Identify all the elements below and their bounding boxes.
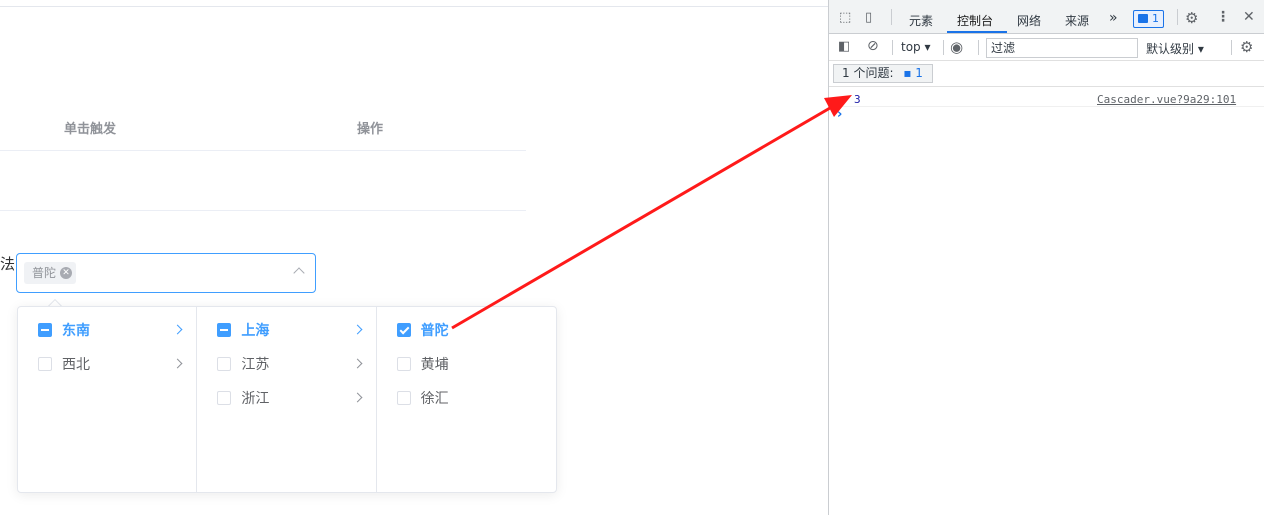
- tab-console-indicator: [947, 31, 1007, 33]
- separator: [892, 40, 893, 55]
- close-icon[interactable]: ✕: [1243, 9, 1255, 25]
- console-prompt-icon[interactable]: ›: [837, 107, 842, 122]
- filter-placeholder: 过滤: [991, 41, 1016, 55]
- tab-elements[interactable]: 元素: [909, 12, 933, 29]
- console-toolbar: ◧ ⊘ top ▾ ◉ 过滤 默认级别 ▾ ⚙: [829, 34, 1264, 61]
- more-tabs-icon[interactable]: »: [1109, 10, 1118, 26]
- chevron-up-icon[interactable]: [293, 267, 305, 279]
- issues-badge-count: 1: [1152, 12, 1159, 25]
- cascader-node-putuo[interactable]: 普陀: [377, 313, 556, 347]
- tab-sources[interactable]: 来源: [1065, 12, 1089, 29]
- selected-tag-label: 普陀: [32, 266, 57, 280]
- cascader-menu-1: 东南 西北: [18, 307, 198, 492]
- node-label: 江苏: [241, 357, 270, 373]
- selected-tag: 普陀 ✕: [24, 262, 77, 284]
- sidebar-toggle-icon[interactable]: ◧: [838, 39, 850, 54]
- gear-icon[interactable]: ⚙: [1185, 9, 1198, 27]
- filter-input[interactable]: 过滤: [986, 38, 1138, 58]
- cascader-node-zhejiang[interactable]: 浙江: [197, 381, 375, 415]
- checkbox[interactable]: [396, 323, 411, 337]
- node-label: 浙江: [241, 391, 270, 407]
- inspect-icon[interactable]: ⬚: [839, 10, 851, 25]
- tab-console[interactable]: 控制台: [957, 12, 993, 29]
- log-level-select[interactable]: 默认级别 ▾: [1146, 40, 1204, 57]
- clear-console-icon[interactable]: ⊘: [867, 38, 879, 54]
- cascader-node-shanghai[interactable]: 上海: [197, 313, 375, 347]
- chevron-right-icon: [172, 358, 183, 369]
- table-row-divider: [0, 150, 526, 151]
- cascader-node-xuhui[interactable]: 徐汇: [377, 381, 556, 415]
- issues-badge[interactable]: 1: [1133, 10, 1164, 28]
- form-label: 法: [0, 255, 16, 273]
- chevron-right-icon: [352, 324, 363, 335]
- console-log-source-link[interactable]: Cascader.vue?9a29:101: [1097, 93, 1236, 106]
- table-row-divider: [0, 210, 526, 211]
- separator: [1177, 9, 1178, 25]
- cascader-input[interactable]: 普陀 ✕: [16, 253, 316, 293]
- cascader-node-jiangsu[interactable]: 江苏: [197, 347, 375, 381]
- tab-network[interactable]: 网络: [1017, 12, 1041, 29]
- cascader-panel: 东南 西北 上海 江苏 浙江 普陀 黄埔 徐汇: [17, 306, 557, 493]
- log-level-label: 默认级别: [1146, 42, 1195, 56]
- column-header-trigger: 单击触发: [64, 122, 117, 137]
- console-settings-gear-icon[interactable]: ⚙: [1240, 38, 1253, 56]
- issues-count-value: 1: [915, 66, 923, 80]
- separator: [943, 40, 944, 55]
- checkbox[interactable]: [217, 391, 232, 405]
- node-label: 西北: [62, 357, 90, 373]
- node-label: 徐汇: [420, 391, 449, 407]
- console-log-divider: [829, 106, 1264, 107]
- issues-label: 1 个问题:: [842, 66, 894, 80]
- context-select[interactable]: top ▾: [901, 40, 931, 54]
- issues-count: ▪ 1: [903, 66, 923, 80]
- devtools-panel: ⬚ ▯ 元素 控制台 网络 来源 » 1 ⚙ ⋮ ✕ ◧ ⊘ top ▾ ◉ 过…: [828, 0, 1264, 515]
- console-log-value: 3: [854, 93, 861, 106]
- message-icon: [1138, 14, 1148, 23]
- cascader-menu-2: 上海 江苏 浙江: [197, 307, 377, 492]
- cascader-node-xibei[interactable]: 西北: [18, 347, 196, 381]
- separator: [978, 40, 979, 55]
- cascader-menu-3: 普陀 黄埔 徐汇: [377, 307, 556, 492]
- chevron-right-icon: [352, 392, 363, 403]
- eye-icon[interactable]: ◉: [950, 38, 963, 56]
- checkbox[interactable]: [396, 391, 411, 405]
- context-label: top: [901, 40, 921, 54]
- top-divider: [0, 6, 828, 7]
- device-toolbar-icon[interactable]: ▯: [865, 10, 872, 25]
- checkbox[interactable]: [38, 357, 52, 371]
- kebab-menu-icon[interactable]: ⋮: [1216, 9, 1230, 25]
- devtools-tabbar: ⬚ ▯ 元素 控制台 网络 来源 » 1 ⚙ ⋮ ✕: [829, 0, 1264, 34]
- issues-bar: 1 个问题: ▪ 1: [829, 61, 1264, 87]
- checkbox[interactable]: [217, 357, 232, 371]
- checkbox[interactable]: [217, 323, 232, 337]
- column-header-action: 操作: [357, 122, 384, 137]
- cascader-node-dongnan[interactable]: 东南: [18, 313, 196, 347]
- tag-close-icon[interactable]: ✕: [60, 267, 73, 279]
- cascader-node-huangpu[interactable]: 黄埔: [377, 347, 556, 381]
- node-label: 黄埔: [420, 357, 449, 373]
- node-label: 东南: [62, 323, 90, 339]
- separator: [1231, 40, 1232, 55]
- node-label: 普陀: [420, 323, 449, 339]
- checkbox[interactable]: [396, 357, 411, 371]
- annotation-arrow-shaft: [451, 106, 831, 330]
- chevron-right-icon: [352, 358, 363, 369]
- checkbox[interactable]: [38, 323, 52, 337]
- chevron-right-icon: [172, 324, 183, 335]
- issues-button[interactable]: 1 个问题: ▪ 1: [833, 64, 933, 83]
- node-label: 上海: [241, 323, 270, 339]
- separator: [891, 9, 892, 25]
